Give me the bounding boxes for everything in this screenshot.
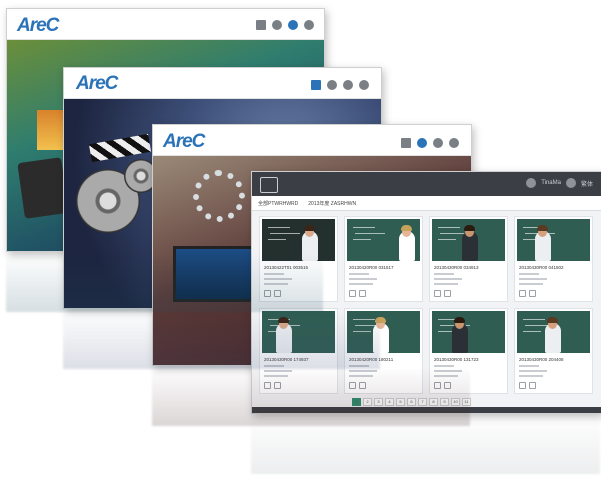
share-icon[interactable]: [529, 382, 536, 389]
video-thumbnail[interactable]: [432, 219, 505, 261]
edit-icon[interactable]: [349, 290, 356, 297]
window-reflection: [6, 252, 323, 312]
video-card[interactable]: 20130430R00 204408: [514, 308, 593, 394]
tablet-illustration: [17, 157, 69, 219]
list-icon[interactable]: [311, 80, 321, 90]
teacher-hair: [547, 317, 558, 323]
window-reflection: [63, 309, 380, 369]
video-title[interactable]: 20130420R00 031517: [349, 265, 394, 270]
card-actions: [519, 382, 536, 389]
window-header: AreC: [7, 9, 324, 40]
header-icons: [256, 20, 314, 30]
gear-icon[interactable]: [327, 80, 337, 90]
gear-icon[interactable]: [272, 20, 282, 30]
tab-all[interactable]: 全部PTWRHWRD: [258, 200, 298, 207]
share-icon[interactable]: [529, 290, 536, 297]
teacher-hair: [464, 225, 475, 231]
globe-icon[interactable]: [449, 138, 459, 148]
edit-icon[interactable]: [519, 382, 526, 389]
chalk-writing: [355, 233, 385, 234]
clapperboard-illustration: [88, 133, 152, 163]
card-actions: [519, 290, 536, 297]
meta-line: [519, 365, 539, 367]
meta-line: [349, 283, 373, 285]
arec-logo: AreC: [17, 15, 59, 36]
user-icon[interactable]: [288, 20, 298, 30]
list-icon[interactable]: [401, 138, 411, 148]
meta-line: [434, 273, 454, 275]
chalk-writing: [438, 239, 456, 240]
video-thumbnail[interactable]: [432, 311, 505, 353]
meta-line: [519, 375, 543, 377]
gear-icon[interactable]: [417, 138, 427, 148]
video-card[interactable]: 20130430R00 034913: [429, 216, 508, 302]
window-header: AreC: [153, 125, 471, 156]
video-title[interactable]: 20130430R00 204408: [519, 357, 564, 362]
chalkboard: [517, 219, 590, 261]
chalkboard: [432, 311, 505, 353]
list-icon[interactable]: [256, 20, 266, 30]
video-thumbnail[interactable]: [517, 219, 590, 261]
chalk-writing: [353, 227, 375, 228]
video-title[interactable]: 20130430R00 131723: [434, 357, 479, 362]
gears-illustration: [193, 170, 245, 222]
card-actions: [434, 290, 451, 297]
teacher-hair: [454, 317, 465, 323]
chalk-writing: [268, 239, 286, 240]
chalk-writing: [523, 331, 541, 332]
meta-line: [349, 273, 369, 275]
user-icon[interactable]: [433, 138, 443, 148]
video-title[interactable]: 20130430R00 041502: [519, 265, 564, 270]
edit-icon[interactable]: [434, 290, 441, 297]
user-avatar-icon[interactable]: [526, 178, 537, 188]
user-area: TinaMa 繁体: [526, 178, 593, 188]
meta-line: [519, 283, 543, 285]
meta-line: [349, 278, 377, 280]
window-reflection: [251, 414, 600, 474]
video-card[interactable]: 20130420R00 031517: [344, 216, 423, 302]
teacher-hair: [304, 225, 315, 231]
meta-line: [519, 273, 539, 275]
share-icon[interactable]: [444, 290, 451, 297]
chalk-writing: [523, 319, 545, 320]
user-icon[interactable]: [343, 80, 353, 90]
video-thumbnail[interactable]: [347, 219, 420, 261]
portal-topbar: TinaMa 繁体: [252, 172, 601, 196]
video-title[interactable]: 20130430R00 034913: [434, 265, 479, 270]
card-actions: [349, 290, 366, 297]
window-header: AreC: [64, 68, 381, 99]
chalk-writing: [270, 233, 300, 234]
user-name[interactable]: TinaMa: [541, 180, 561, 186]
video-card[interactable]: 20130430R00 041502: [514, 216, 593, 302]
portal-tabs: 全部PTWRHWRD 2013年度 ZASRHWN: [252, 196, 601, 211]
header-icons: [401, 138, 459, 148]
portal-logo-icon: [260, 177, 278, 193]
video-thumbnail[interactable]: [517, 311, 590, 353]
share-icon[interactable]: [359, 290, 366, 297]
edit-icon[interactable]: [519, 290, 526, 297]
globe-icon[interactable]: [359, 80, 369, 90]
meta-line: [519, 370, 547, 372]
chalk-writing: [268, 227, 290, 228]
header-icons: [311, 80, 369, 90]
globe-icon[interactable]: [565, 178, 576, 188]
globe-icon[interactable]: [304, 20, 314, 30]
chalk-writing: [438, 227, 460, 228]
meta-line: [434, 278, 462, 280]
teacher-hair: [537, 225, 548, 231]
meta-line: [434, 283, 458, 285]
meta-line: [519, 278, 547, 280]
language-label[interactable]: 繁体: [581, 179, 593, 188]
chalk-writing: [353, 239, 371, 240]
arec-logo: AreC: [76, 73, 118, 94]
arec-logo: AreC: [163, 131, 205, 152]
teacher-hair: [401, 225, 412, 231]
tab-year[interactable]: 2013年度 ZASRHWN: [308, 200, 356, 207]
